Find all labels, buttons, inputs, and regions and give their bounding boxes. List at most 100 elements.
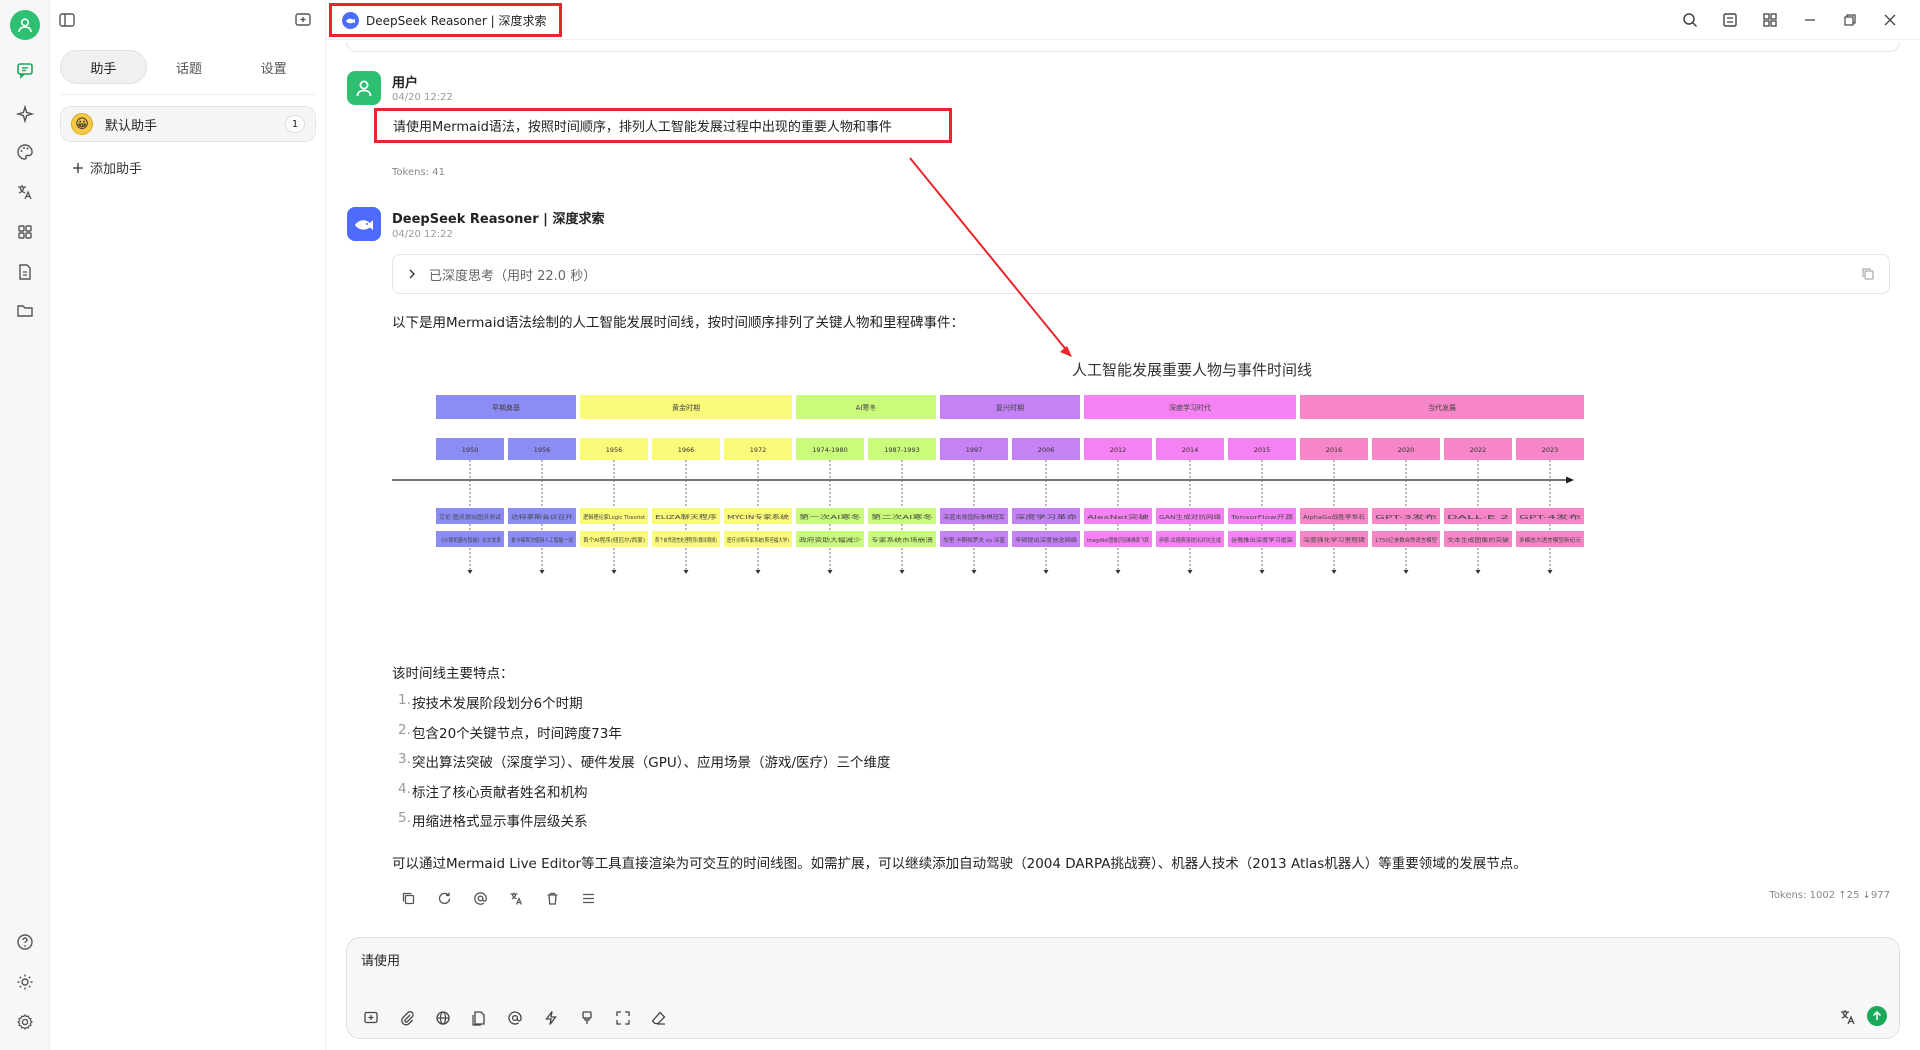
user-avatar[interactable] [10, 10, 40, 40]
event-label: 第二次AI寒冬 [871, 513, 934, 521]
year-label: 2016 [1326, 446, 1343, 454]
document-icon[interactable] [13, 260, 37, 284]
list-item: 1. 按技术发展阶段划分6个时期 [398, 692, 583, 712]
user-message-text: 请使用Mermaid语法，按照时间顺序，排列人工智能发展过程中出现的重要人物和事… [374, 108, 952, 143]
ai-message-time: 04/20 12:22 [392, 229, 453, 240]
event-label: 1750亿参数自然语言模型 [1375, 536, 1437, 544]
connector-arrow [1403, 570, 1409, 574]
year-label: 2015 [1254, 446, 1271, 454]
message-input-box [346, 937, 1900, 1039]
event-label: 第一次AI寒冬 [799, 513, 862, 521]
year-label: 2012 [1110, 446, 1127, 454]
brightness-icon[interactable] [13, 970, 37, 994]
send-button[interactable] [1867, 1006, 1887, 1026]
connector-arrow [1475, 570, 1481, 574]
plus-icon [72, 162, 84, 174]
connector-arrow [539, 570, 545, 574]
list-item: 3. 突出算法突破（深度学习）、硬件发展（GPU）、应用场景（游戏/医疗）三个维度 [398, 751, 891, 771]
year-label: 1997 [966, 446, 983, 454]
apps-grid-icon[interactable] [13, 220, 37, 244]
settings-gear-icon[interactable] [13, 1010, 37, 1034]
event-label: 政府资助大幅减少 [799, 536, 862, 544]
event-label: 谷歌推出深度学习框架 [1231, 536, 1294, 544]
fullscreen-icon[interactable] [613, 1008, 633, 1028]
event-label: 医疗诊断专家系统(斯坦福大学) [727, 536, 789, 544]
event-label: 逻辑理论家Logic Theorist [583, 513, 646, 521]
event-label: 艾伦·图灵提出图灵测试 [439, 513, 502, 521]
message-actions [398, 888, 598, 908]
year-label: 1972 [750, 446, 767, 454]
connector-arrow [827, 570, 833, 574]
section-label: 复兴时期 [996, 403, 1024, 412]
search-icon[interactable] [1670, 0, 1710, 40]
year-label: 2022 [1470, 446, 1487, 454]
connector-arrow [899, 570, 905, 574]
web-search-icon[interactable] [433, 1008, 453, 1028]
copy-message-icon[interactable] [398, 888, 418, 908]
attachment-icon[interactable] [397, 1008, 417, 1028]
tab-assistants[interactable]: 助手 [60, 50, 147, 84]
window-controls [1670, 0, 1910, 40]
knowledge-base-icon[interactable] [469, 1008, 489, 1028]
grid-icon[interactable] [1750, 0, 1790, 40]
connector-arrow [1259, 570, 1265, 574]
event-label: GAN生成对抗网络 [1159, 513, 1222, 521]
event-label: 麦卡锡首次使用人工智能一词 [511, 536, 573, 544]
brush-icon[interactable] [577, 1008, 597, 1028]
app-window: 助手 话题 设置 😀 默认助手 1 添加助手 DeepSeek Reasoner… [0, 0, 1920, 1050]
mention-icon[interactable] [470, 888, 490, 908]
close-icon[interactable] [1870, 0, 1910, 40]
new-topic-icon[interactable] [361, 1008, 381, 1028]
regenerate-icon[interactable] [434, 888, 454, 908]
event-label: DALL·E 2 [1447, 515, 1509, 521]
new-topic-icon[interactable] [294, 11, 312, 29]
minimize-icon[interactable] [1790, 0, 1830, 40]
assistant-item-default[interactable]: 😀 默认助手 1 [60, 106, 316, 142]
user-message-tokens: Tokens: 41 [392, 167, 445, 178]
eraser-icon[interactable] [649, 1008, 669, 1028]
user-message-avatar [347, 71, 381, 105]
add-assistant-button[interactable]: 添加助手 [72, 158, 142, 177]
model-selector[interactable]: DeepSeek Reasoner | 深度求索 [329, 3, 562, 37]
tab-topics[interactable]: 话题 [147, 50, 232, 84]
list-item: 4. 标注了核心贡献者姓名和机构 [398, 780, 588, 801]
ai-intro-text: 以下是用Mermaid语法绘制的人工智能发展时间线，按时间顺序排列了关键人物和里… [392, 315, 965, 331]
panel-tabs: 助手 话题 设置 [60, 50, 316, 84]
event-label: GPT-4发布 [1519, 513, 1582, 521]
ai-message-avatar [347, 207, 381, 241]
event-label: 深度强化学习里程碑 [1303, 536, 1366, 544]
translate-input-icon[interactable] [1839, 1008, 1857, 1026]
folder-icon[interactable] [13, 298, 37, 322]
features-list: 1. 按技术发展阶段划分6个时期 2. 包含20个关键节点，时间跨度73年 3. 突出… [398, 692, 891, 840]
sidebar-toggle-icon[interactable] [58, 11, 76, 29]
event-label: 达特茅斯会议召开 [511, 513, 574, 521]
assistant-name: 默认助手 [105, 118, 158, 134]
palette-icon[interactable] [13, 140, 37, 164]
sparkle-icon[interactable] [13, 102, 37, 126]
mention-model-icon[interactable] [505, 1008, 525, 1028]
translate-message-icon[interactable] [506, 888, 526, 908]
layout-icon[interactable] [1710, 0, 1750, 40]
delete-icon[interactable] [542, 888, 562, 908]
restore-icon[interactable] [1830, 0, 1870, 40]
translate-icon[interactable] [13, 180, 37, 204]
chat-icon[interactable] [13, 58, 37, 82]
assistant-emoji: 😀 [71, 113, 93, 135]
thinking-label: 已深度思考（用时 22.0 秒） [429, 268, 597, 284]
mermaid-timeline-diagram: 人工智能发展重要人物与事件时间线 早期奠基 黄金时期 AI寒冬 复兴时期 深度学习时代 当… [392, 361, 1584, 574]
help-icon[interactable] [13, 930, 37, 954]
input-toolbar [361, 1008, 669, 1028]
message-input[interactable] [361, 950, 1761, 980]
event-label: AlphaGo战胜李世石 [1303, 513, 1366, 521]
copy-icon[interactable] [1861, 267, 1875, 281]
menu-icon[interactable] [578, 888, 598, 908]
event-label: AlexNet突破 [1087, 513, 1150, 521]
thinking-collapse[interactable]: 已深度思考（用时 22.0 秒） [392, 254, 1890, 294]
event-label: 深度学习革命 [1015, 513, 1078, 521]
section-label: 黄金时期 [672, 403, 700, 412]
tab-settings[interactable]: 设置 [231, 50, 316, 84]
lightning-icon[interactable] [541, 1008, 561, 1028]
year-label: 1987-1993 [884, 446, 919, 454]
connector-arrow [1187, 570, 1193, 574]
event-label: TensorFlow开源 [1230, 513, 1294, 521]
